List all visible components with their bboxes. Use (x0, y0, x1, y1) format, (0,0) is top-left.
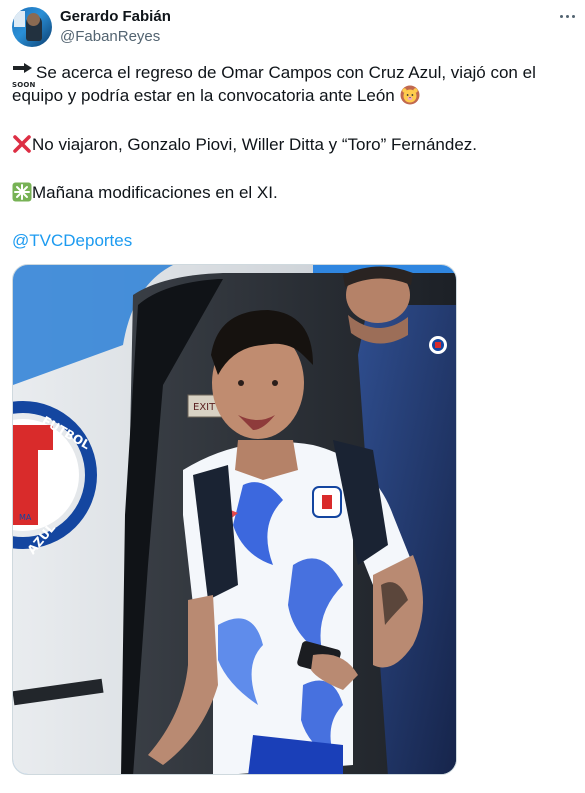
tweet-text-line-1: Se acerca el regreso de Omar Campos con … (12, 63, 536, 105)
tweet-text-line-2: No viajaron, Gonzalo Piovi, Willer Ditta… (32, 135, 477, 154)
cross-mark-icon (13, 135, 31, 153)
tweet-paragraph-4: @TVCDeportes (12, 229, 572, 252)
handle[interactable]: @FabanReyes (60, 28, 160, 45)
sparkle-icon (12, 182, 32, 202)
tweet-text-line-3: Mañana modificaciones en el XI. (32, 183, 278, 202)
tweet-paragraph-1: SOON Se acerca el regreso de Omar Campos… (12, 61, 572, 107)
display-name[interactable]: Gerardo Fabián (60, 8, 171, 25)
tweet-paragraph-2: No viajaron, Gonzalo Piovi, Willer Ditta… (12, 133, 572, 156)
more-options-icon[interactable] (555, 8, 579, 24)
avatar[interactable] (12, 7, 52, 47)
mention-link[interactable]: @TVCDeportes (12, 231, 132, 250)
lion-face-icon (400, 85, 419, 105)
tweet-card: Gerardo Fabián @FabanReyes SOON Se acerc… (0, 0, 585, 793)
exit-sign-text: EXIT (193, 402, 216, 413)
photo-player-exiting-plane: EXIT FUTBOL AZUL MA (13, 265, 456, 774)
tweet-paragraph-3: Mañana modificaciones en el XI. (12, 181, 572, 204)
soon-arrow-icon: SOON (12, 62, 35, 89)
logo-letters: MA (19, 513, 32, 522)
tweet-photo[interactable]: EXIT FUTBOL AZUL MA (12, 264, 457, 775)
